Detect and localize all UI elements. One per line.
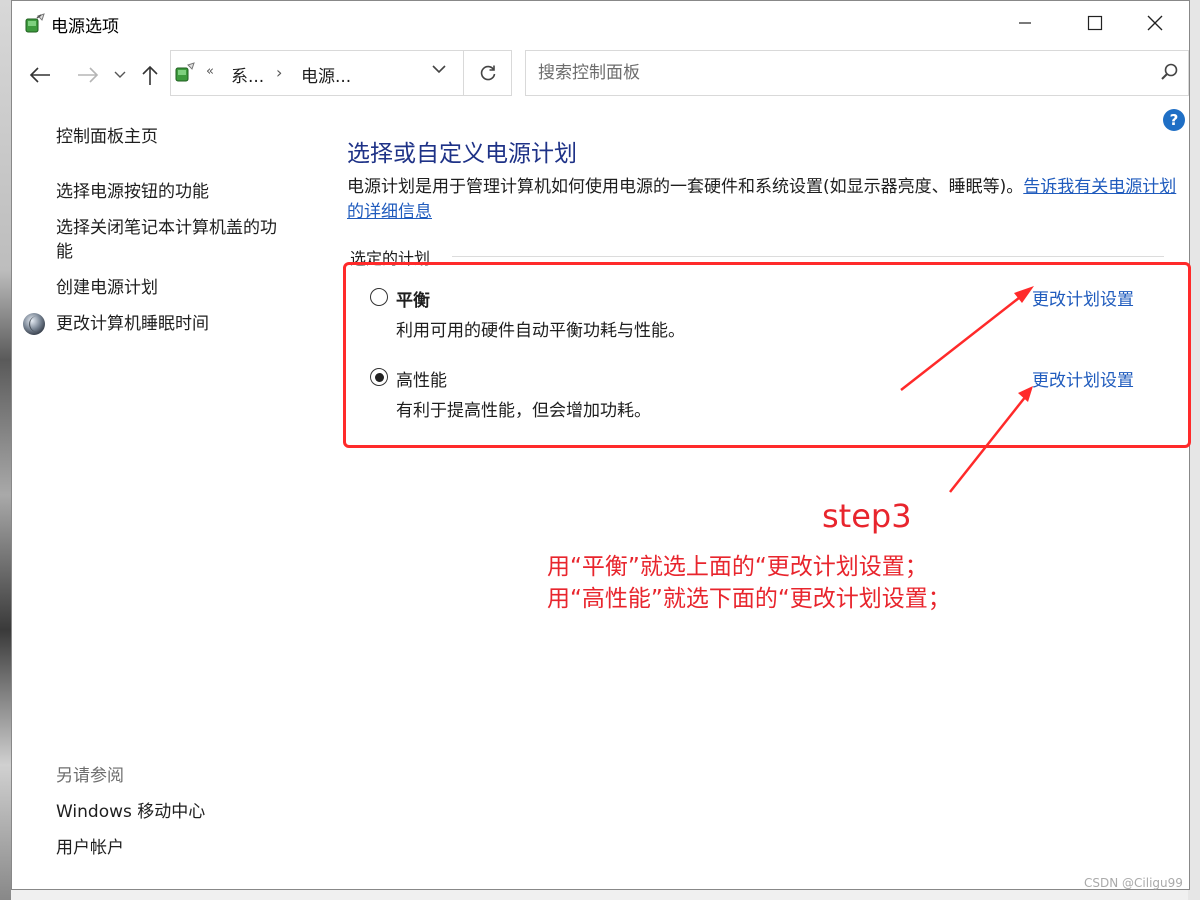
power-options-breadcrumb-icon xyxy=(175,62,195,82)
plan-name[interactable]: 高性能 xyxy=(396,366,447,391)
search-icon[interactable] xyxy=(1160,63,1178,81)
choose-power-buttons-link[interactable]: 选择电源按钮的功能 xyxy=(56,180,209,204)
address-bar[interactable]: « 系... › 电源... xyxy=(170,50,512,96)
power-options-app-icon xyxy=(25,13,45,33)
background-desktop xyxy=(0,0,11,900)
search-box[interactable] xyxy=(525,50,1189,96)
radio-balanced[interactable] xyxy=(370,288,388,306)
annotation-note-line-1: 用“平衡”就选上面的“更改计划设置； xyxy=(547,554,928,580)
plan-description: 有利于提高性能，但会增加功耗。 xyxy=(396,401,651,421)
selected-plans-label: 选定的计划 xyxy=(350,245,437,269)
power-options-window: 电源选项 « 系... › 电源... 搜索控制面板 ? 控制面板主页 选择电源… xyxy=(11,0,1191,890)
annotation-arrow-lower xyxy=(949,395,1027,493)
up-arrow-icon xyxy=(142,65,158,85)
chevron-down-icon xyxy=(114,71,126,78)
watermark: CSDN @Ciligu99 xyxy=(1084,876,1183,890)
change-plan-settings-balanced-link[interactable]: 更改计划设置 xyxy=(1032,285,1134,310)
title-bar: 电源选项 xyxy=(12,1,1189,45)
group-divider xyxy=(452,256,1164,257)
plan-description: 利用可用的硬件自动平衡功耗与性能。 xyxy=(396,321,685,341)
create-power-plan-link[interactable]: 创建电源计划 xyxy=(56,276,158,300)
recent-locations-button[interactable] xyxy=(112,60,128,90)
change-sleep-time-link[interactable]: 更改计算机睡眠时间 xyxy=(56,312,209,336)
search-input[interactable] xyxy=(536,59,1140,87)
forward-arrow-icon xyxy=(78,67,99,83)
close-button[interactable] xyxy=(1120,1,1190,45)
page-title: 选择或自定义电源计划 xyxy=(347,141,577,167)
minimize-button[interactable] xyxy=(990,1,1060,45)
refresh-button[interactable] xyxy=(463,51,512,95)
annotation-note-line-2: 用“高性能”就选下面的“更改计划设置； xyxy=(547,586,951,612)
moon-sleep-icon xyxy=(23,313,45,335)
breadcrumb-system[interactable]: 系... xyxy=(231,62,264,87)
plan-name[interactable]: 平衡 xyxy=(396,286,430,311)
annotation-step-label: step3 xyxy=(822,497,912,535)
annotation-arrow-upper xyxy=(900,293,1025,391)
change-plan-settings-high-performance-link[interactable]: 更改计划设置 xyxy=(1032,366,1134,391)
see-also-heading: 另请参阅 xyxy=(56,766,124,786)
minimize-icon xyxy=(1019,22,1031,24)
maximize-icon xyxy=(1087,15,1103,31)
forward-button[interactable] xyxy=(74,60,102,90)
control-panel-home-link[interactable]: 控制面板主页 xyxy=(56,125,158,149)
window-title: 电源选项 xyxy=(51,17,119,37)
breadcrumb-power[interactable]: 电源... xyxy=(301,62,351,87)
close-icon xyxy=(1147,15,1163,31)
breadcrumb-separator[interactable]: › xyxy=(276,63,282,82)
description-text: 电源计划是用于管理计算机如何使用电源的一套硬件和系统设置(如显示器亮度、睡眠等)… xyxy=(347,177,1024,197)
radio-high-performance[interactable] xyxy=(370,368,388,386)
choose-lid-close-link[interactable]: 选择关闭笔记本计算机盖的功 能 xyxy=(56,216,296,264)
page-description: 电源计划是用于管理计算机如何使用电源的一套硬件和系统设置(如显示器亮度、睡眠等)… xyxy=(347,175,1177,225)
annotation-arrows xyxy=(900,286,1034,493)
navigation-bar: « 系... › 电源... xyxy=(12,45,1189,105)
address-dropdown-icon[interactable] xyxy=(431,63,447,77)
help-icon[interactable]: ? xyxy=(1163,109,1185,131)
back-arrow-icon xyxy=(29,67,50,83)
user-accounts-link[interactable]: 用户帐户 xyxy=(56,836,124,860)
windows-mobility-center-link[interactable]: Windows 移动中心 xyxy=(56,800,205,824)
back-button[interactable] xyxy=(26,60,54,90)
breadcrumb-overflow[interactable]: « xyxy=(206,64,214,79)
up-button[interactable] xyxy=(138,60,162,90)
refresh-icon xyxy=(480,65,496,81)
